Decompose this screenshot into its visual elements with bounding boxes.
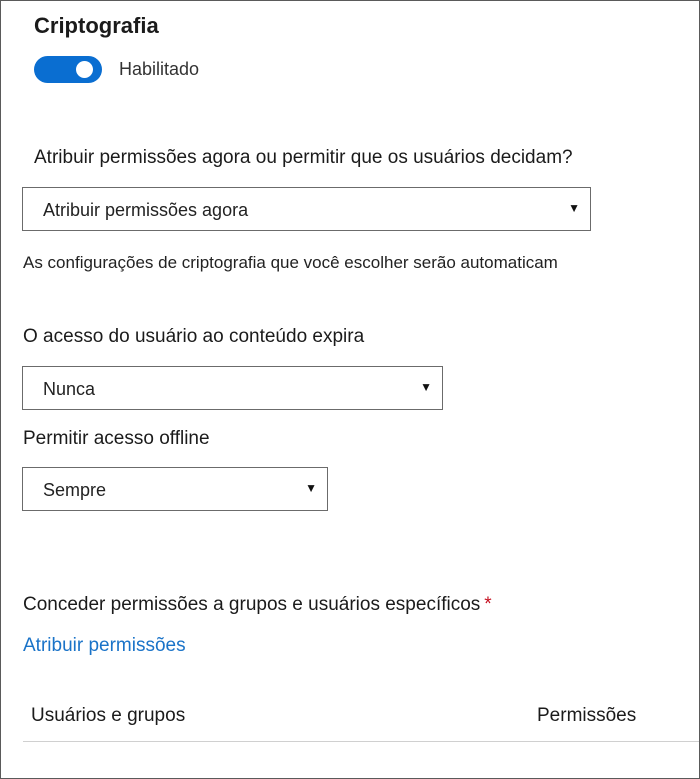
helper-text: As configurações de criptografia que voc… (23, 253, 558, 272)
required-marker: * (484, 594, 492, 615)
column-header-permissions[interactable]: Permissões (537, 705, 636, 727)
chevron-down-icon: ▼ (420, 380, 432, 394)
chevron-down-icon: ▼ (305, 481, 317, 495)
expiry-label: O acesso do usuário ao conteúdo expira (23, 326, 365, 347)
offline-label: Permitir acesso offline (23, 428, 210, 449)
encryption-toggle[interactable] (34, 56, 102, 83)
column-header-users[interactable]: Usuários e grupos (31, 705, 185, 727)
assign-permissions-value: Atribuir permissões agora (43, 200, 249, 220)
assign-permissions-select[interactable]: Atribuir permissões agora ▼ (22, 187, 591, 231)
offline-value: Sempre (43, 480, 107, 500)
expiry-value: Nunca (43, 379, 96, 399)
chevron-down-icon: ▼ (568, 201, 580, 215)
grant-label-text: Conceder permissões a grupos e usuários … (23, 594, 481, 615)
encryption-panel: Criptografia Habilitado Atribuir permiss… (0, 0, 700, 779)
assign-permissions-link[interactable]: Atribuir permissões (23, 635, 186, 657)
expiry-select[interactable]: Nunca ▼ (22, 366, 443, 410)
section-title: Criptografia (34, 13, 159, 38)
grant-label: Conceder permissões a grupos e usuários … (23, 594, 492, 616)
offline-select[interactable]: Sempre ▼ (22, 467, 328, 511)
table-header-divider (23, 741, 699, 742)
toggle-knob (76, 61, 93, 78)
assign-question-label: Atribuir permissões agora ou permitir qu… (34, 147, 573, 168)
toggle-label: Habilitado (119, 59, 200, 79)
